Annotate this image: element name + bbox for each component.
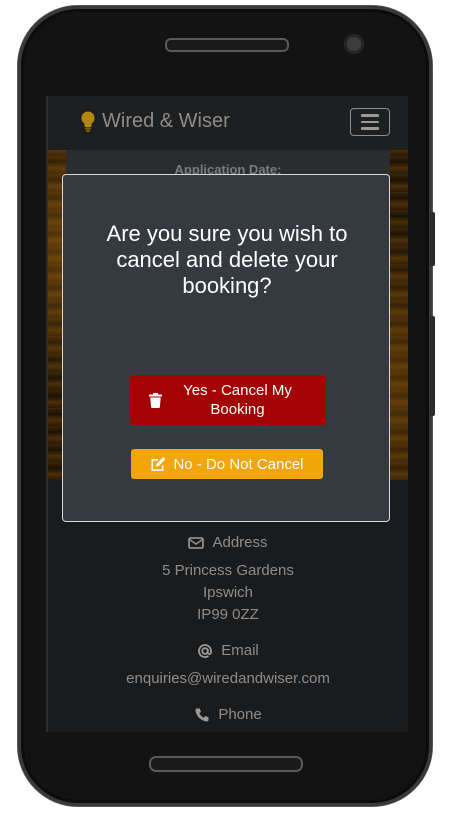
- email-heading: Email: [48, 642, 408, 659]
- envelope-icon: [188, 536, 205, 549]
- email-link[interactable]: enquiries@wiredandwiser.com: [48, 670, 408, 687]
- brand-link[interactable]: Wired & Wiser: [80, 110, 230, 133]
- trash-icon: [148, 392, 162, 408]
- confirm-cancel-label: Yes - Cancel My Booking: [183, 382, 292, 418]
- phone-speaker: [165, 38, 289, 52]
- brand-name: Wired & Wiser: [102, 110, 230, 132]
- edit-icon: [151, 456, 166, 471]
- at-sign-icon: [198, 643, 213, 658]
- email-label: Email: [221, 642, 259, 659]
- phone-camera: [344, 34, 364, 54]
- cancel-booking-modal: Are you sure you wish to cancel and dele…: [62, 174, 390, 522]
- phone-heading: Phone: [48, 706, 408, 723]
- lightbulb-icon: [81, 111, 95, 132]
- navbar: Wired & Wiser: [48, 96, 408, 151]
- modal-question: Are you sure you wish to cancel and dele…: [106, 221, 348, 298]
- keep-booking-button[interactable]: No - Do Not Cancel: [131, 449, 323, 479]
- address-line-1: 5 Princess Gardens: [162, 562, 294, 579]
- address-line-2: Ipswich: [202, 584, 254, 601]
- phone-icon: [195, 708, 209, 722]
- confirm-cancel-button[interactable]: Yes - Cancel My Booking: [130, 375, 326, 425]
- menu-toggle-button[interactable]: [350, 108, 390, 136]
- hamburger-menu-icon: [361, 114, 379, 117]
- address-label: Address: [212, 534, 268, 551]
- address-line-3: IP99 0ZZ: [197, 606, 259, 623]
- keep-booking-label: No - Do Not Cancel: [173, 455, 304, 473]
- phone-home-bar[interactable]: [149, 756, 303, 772]
- phone-power-button: [430, 316, 435, 416]
- phone-volume-button: [430, 212, 435, 266]
- phone-label: Phone: [218, 706, 262, 723]
- address-heading: Address: [48, 534, 408, 551]
